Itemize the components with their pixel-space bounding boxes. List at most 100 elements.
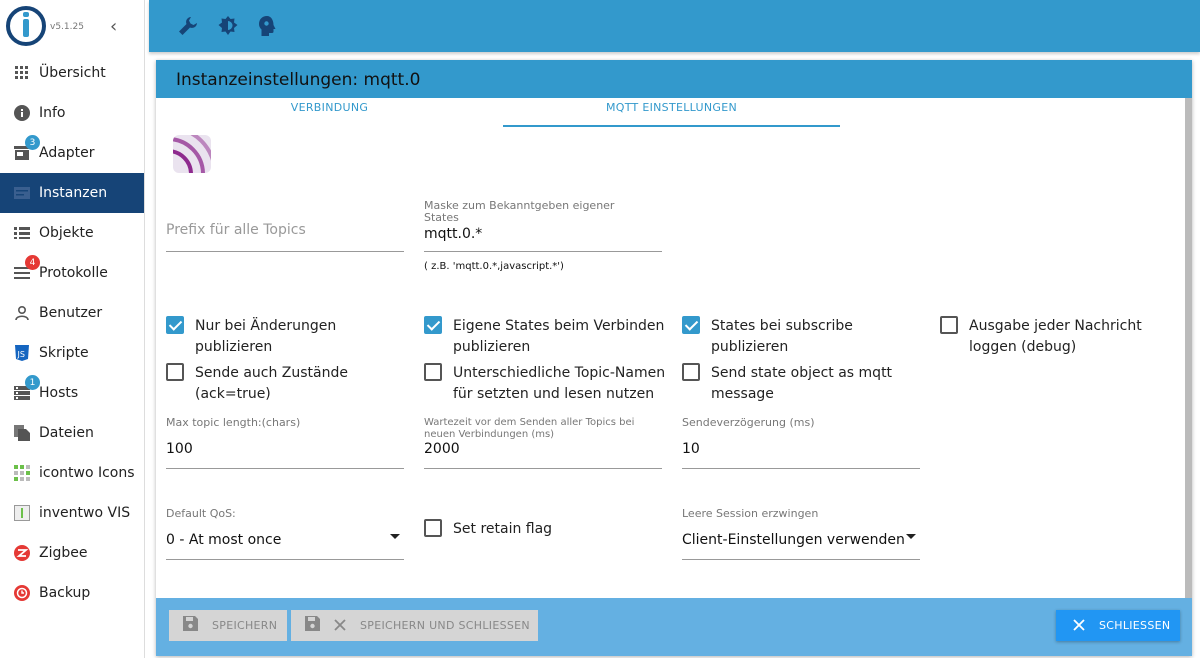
sidebar-item-label: Dateien xyxy=(39,425,94,441)
mask-value: mqtt.0.* xyxy=(424,226,483,242)
sidebar-item-hosts[interactable]: 1 Hosts xyxy=(0,373,144,413)
checkbox-unchecked-icon[interactable] xyxy=(940,316,958,334)
sidebar-item-info[interactable]: Info xyxy=(0,93,144,133)
dropdown-arrow-icon xyxy=(390,534,400,539)
checkbox-different-topic-names[interactable]: Unterschiedliche Topic-Namen für setzten… xyxy=(424,363,669,405)
checkbox-unchecked-icon[interactable] xyxy=(166,363,184,381)
sidebar-item-benutzer[interactable]: Benutzer xyxy=(0,293,144,333)
checkbox-label: Eigene States beim Verbinden publizieren xyxy=(453,318,665,355)
send-delay-input[interactable]: Sendeverzögerung (ms) 10 xyxy=(682,417,920,469)
wrench-icon[interactable] xyxy=(177,15,199,37)
checkbox-checked-icon[interactable] xyxy=(682,316,700,334)
close-icon xyxy=(334,617,346,635)
sidebar-item-icontwo[interactable]: icontwo Icons xyxy=(0,453,144,493)
sidebar-item-label: Übersicht xyxy=(39,65,106,81)
iobroker-logo[interactable] xyxy=(6,6,46,46)
checkbox-label: Sende auch Zustände (ack=true) xyxy=(195,365,348,402)
js-icon: JS xyxy=(14,345,30,361)
sidebar-item-label: Info xyxy=(39,105,66,121)
checkbox-send-ack[interactable]: Sende auch Zustände (ack=true) xyxy=(166,363,396,405)
save-and-close-button[interactable]: SPEICHERN UND SCHLIESSEN xyxy=(291,610,538,641)
inventwo-icon xyxy=(14,505,30,521)
checkbox-unchecked-icon[interactable] xyxy=(424,519,442,537)
dialog-footer: SPEICHERN SPEICHERN UND SCHLIESSEN SCHLI… xyxy=(156,598,1192,656)
wait-time-value: 2000 xyxy=(424,441,460,457)
adapter-badge: 3 xyxy=(25,135,40,150)
sidebar-item-instanzen[interactable]: Instanzen xyxy=(0,173,144,213)
max-topic-length-input[interactable]: Max topic length:(chars) 100 xyxy=(166,417,404,469)
close-icon xyxy=(1073,617,1085,635)
checkbox-retain-flag[interactable]: Set retain flag xyxy=(424,519,664,540)
wait-time-input[interactable]: Wartezeit vor dem Senden aller Topics be… xyxy=(424,417,662,469)
instance-settings-dialog: Instanzeinstellungen: mqtt.0 VERBINDUNG … xyxy=(156,60,1192,656)
checkbox-label: Ausgabe jeder Nachricht loggen (debug) xyxy=(969,318,1142,355)
instances-icon xyxy=(14,185,30,201)
default-qos-label: Default QoS: xyxy=(166,507,236,520)
tab-mqtt-einstellungen[interactable]: MQTT EINSTELLUNGEN xyxy=(503,101,840,114)
sidebar-item-label: Instanzen xyxy=(39,185,108,201)
checkbox-unchecked-icon[interactable] xyxy=(682,363,700,381)
default-qos-select[interactable]: Default QoS: 0 - At most once xyxy=(166,508,404,560)
mask-label: Maske zum Bekanntgeben eigener States xyxy=(424,199,615,224)
checkbox-debug-log[interactable]: Ausgabe jeder Nachricht loggen (debug) xyxy=(940,316,1185,358)
send-delay-value: 10 xyxy=(682,441,700,457)
active-tab-indicator xyxy=(503,125,840,127)
tab-bar: VERBINDUNG MQTT EINSTELLUNGEN xyxy=(156,98,1192,128)
scrollbar[interactable] xyxy=(1185,98,1192,598)
hosts-badge: 1 xyxy=(25,375,40,390)
sidebar-item-label: Benutzer xyxy=(39,305,103,321)
protokolle-badge: 4 xyxy=(25,255,40,270)
sidebar: v5.1.25 ‹ Übersicht Info 3 Adapter Insta… xyxy=(0,0,145,658)
checkbox-unchecked-icon[interactable] xyxy=(424,363,442,381)
sidebar-item-label: Objekte xyxy=(39,225,94,241)
save-label: SPEICHERN xyxy=(212,619,278,632)
sidebar-item-label: Zigbee xyxy=(39,545,88,561)
sidebar-item-uebersicht[interactable]: Übersicht xyxy=(0,53,144,93)
sidebar-item-label: inventwo VIS xyxy=(39,505,131,521)
backup-icon xyxy=(14,585,30,601)
checkbox-publish-on-subscribe[interactable]: States bei subscribe publizieren xyxy=(682,316,932,358)
wait-time-label: Wartezeit vor dem Senden aller Topics be… xyxy=(424,417,635,440)
checkbox-publish-on-connect[interactable]: Eigene States beim Verbinden publizieren xyxy=(424,316,669,358)
save-button[interactable]: SPEICHERN xyxy=(169,610,287,641)
checkbox-checked-icon[interactable] xyxy=(166,316,184,334)
checkbox-checked-icon[interactable] xyxy=(424,316,442,334)
checkbox-only-changes[interactable]: Nur bei Änderungen publizieren xyxy=(166,316,416,358)
send-delay-label: Sendeverzögerung (ms) xyxy=(682,416,815,429)
max-topic-length-label: Max topic length:(chars) xyxy=(166,416,301,429)
grid-icon xyxy=(14,65,30,81)
sidebar-item-inventwo[interactable]: inventwo VIS xyxy=(0,493,144,533)
checkbox-label: States bei subscribe publizieren xyxy=(711,318,853,355)
checkbox-label: Set retain flag xyxy=(453,521,553,537)
sidebar-item-label: Adapter xyxy=(39,145,95,161)
checkbox-label: Nur bei Änderungen publizieren xyxy=(195,318,337,355)
tab-verbindung[interactable]: VERBINDUNG xyxy=(156,101,503,114)
sidebar-item-label: icontwo Icons xyxy=(39,465,135,481)
expert-mode-head-icon[interactable] xyxy=(257,15,279,37)
checkbox-label: Send state object as mqtt message xyxy=(711,365,893,402)
close-button[interactable]: SCHLIESSEN xyxy=(1056,610,1180,641)
sidebar-item-label: Skripte xyxy=(39,345,89,361)
sidebar-item-protokolle[interactable]: 4 Protokolle xyxy=(0,253,144,293)
clean-session-value: Client-Einstellungen verwenden xyxy=(682,532,905,548)
sidebar-item-adapter[interactable]: 3 Adapter xyxy=(0,133,144,173)
dropdown-arrow-icon xyxy=(906,534,916,539)
brightness-icon[interactable] xyxy=(217,15,239,37)
chevron-left-icon[interactable]: ‹ xyxy=(110,16,117,37)
sidebar-item-dateien[interactable]: Dateien xyxy=(0,413,144,453)
save-and-close-label: SPEICHERN UND SCHLIESSEN xyxy=(360,619,530,632)
sidebar-item-skripte[interactable]: JS Skripte xyxy=(0,333,144,373)
mqtt-adapter-icon xyxy=(173,135,211,173)
clean-session-select[interactable]: Leere Session erzwingen Client-Einstellu… xyxy=(682,508,920,560)
info-icon xyxy=(14,105,30,121)
mask-input[interactable]: Maske zum Bekanntgeben eigener States mq… xyxy=(424,200,662,280)
sidebar-item-label: Hosts xyxy=(39,385,79,401)
svg-text:JS: JS xyxy=(17,350,25,359)
floppy-disk-icon xyxy=(305,616,320,635)
dialog-title: Instanzeinstellungen: mqtt.0 xyxy=(156,60,1192,98)
sidebar-item-objekte[interactable]: Objekte xyxy=(0,213,144,253)
checkbox-send-state-object[interactable]: Send state object as mqtt message xyxy=(682,363,912,405)
clean-session-label: Leere Session erzwingen xyxy=(682,507,819,520)
sidebar-item-backup[interactable]: Backup xyxy=(0,573,144,613)
sidebar-item-zigbee[interactable]: Zigbee xyxy=(0,533,144,573)
